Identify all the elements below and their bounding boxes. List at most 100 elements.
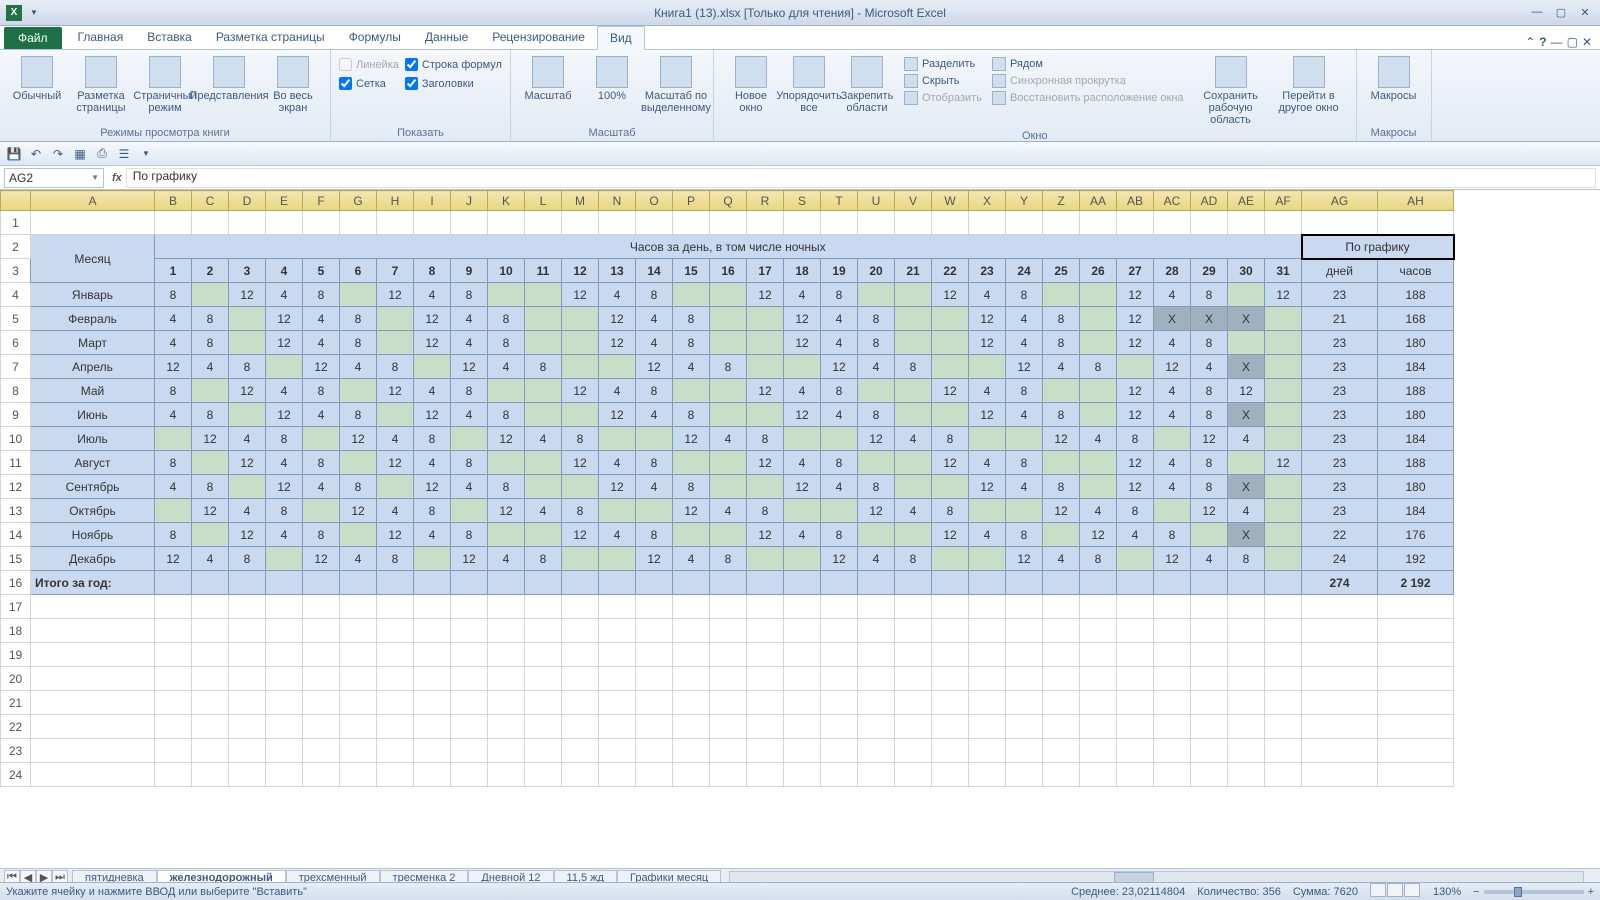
window-button[interactable]: Упорядочить все <box>780 54 838 116</box>
row-header[interactable]: 1 <box>1 211 31 235</box>
cell[interactable]: 8 <box>192 403 229 427</box>
cell[interactable] <box>488 571 525 595</box>
cell[interactable] <box>488 619 525 643</box>
cell[interactable] <box>488 667 525 691</box>
cell[interactable] <box>784 667 821 691</box>
cell[interactable]: 192 <box>1378 547 1454 571</box>
cell[interactable] <box>673 451 710 475</box>
row-header[interactable]: 7 <box>1 355 31 379</box>
cell[interactable]: 12 <box>377 379 414 403</box>
window-small-button[interactable]: Разделить <box>902 56 984 72</box>
cell[interactable]: 18 <box>784 259 821 283</box>
cell[interactable]: 4 <box>969 451 1006 475</box>
cell[interactable]: 13 <box>599 259 636 283</box>
cell[interactable] <box>340 619 377 643</box>
cell[interactable] <box>969 619 1006 643</box>
cell[interactable]: 4 <box>599 283 636 307</box>
row-header[interactable]: 6 <box>1 331 31 355</box>
cell[interactable]: 4 <box>1191 355 1228 379</box>
cell[interactable]: 4 <box>414 523 451 547</box>
cell[interactable] <box>562 595 599 619</box>
cell[interactable] <box>969 691 1006 715</box>
cell[interactable] <box>1080 379 1117 403</box>
cell[interactable]: 12 <box>562 523 599 547</box>
cell[interactable] <box>340 691 377 715</box>
cell[interactable] <box>636 739 673 763</box>
cell[interactable] <box>710 307 747 331</box>
cell[interactable] <box>377 667 414 691</box>
column-header[interactable]: K <box>488 191 525 211</box>
cell[interactable] <box>710 739 747 763</box>
cell[interactable] <box>1265 499 1302 523</box>
cell[interactable]: 12 <box>784 331 821 355</box>
cell[interactable] <box>1265 355 1302 379</box>
cell[interactable]: 8 <box>673 307 710 331</box>
cell[interactable] <box>747 571 784 595</box>
cell[interactable]: 8 <box>562 499 599 523</box>
cell[interactable] <box>1228 739 1265 763</box>
cell[interactable] <box>673 571 710 595</box>
cell[interactable] <box>1228 715 1265 739</box>
cell[interactable]: X <box>1228 523 1265 547</box>
cell[interactable] <box>969 667 1006 691</box>
cell[interactable] <box>636 667 673 691</box>
cell[interactable] <box>1154 427 1191 451</box>
cell[interactable]: 12 <box>377 523 414 547</box>
view-mode-button[interactable]: Страничный режим <box>136 54 194 116</box>
cell[interactable] <box>451 715 488 739</box>
cell[interactable] <box>1302 667 1378 691</box>
cell[interactable] <box>1378 691 1454 715</box>
cell[interactable] <box>932 355 969 379</box>
cell[interactable]: 8 <box>858 307 895 331</box>
cell[interactable]: 8 <box>895 547 932 571</box>
cell[interactable] <box>821 619 858 643</box>
column-header[interactable]: P <box>673 191 710 211</box>
cell[interactable]: 12 <box>932 283 969 307</box>
cell[interactable] <box>747 355 784 379</box>
cell[interactable] <box>377 643 414 667</box>
cell[interactable]: 12 <box>1117 283 1154 307</box>
cell[interactable] <box>1302 595 1378 619</box>
cell[interactable] <box>488 595 525 619</box>
cell[interactable] <box>414 763 451 787</box>
cell[interactable] <box>1228 571 1265 595</box>
cell[interactable]: 4 <box>155 331 192 355</box>
cell[interactable]: 12 <box>969 475 1006 499</box>
cell[interactable]: 8 <box>858 475 895 499</box>
cell[interactable]: 12 <box>155 547 192 571</box>
cell[interactable]: X <box>1228 475 1265 499</box>
cell[interactable] <box>155 691 192 715</box>
cell[interactable] <box>858 571 895 595</box>
cell[interactable]: 8 <box>303 451 340 475</box>
cell[interactable] <box>155 499 192 523</box>
cell[interactable] <box>31 667 155 691</box>
cell[interactable] <box>1154 643 1191 667</box>
show-checkbox[interactable]: Заголовки <box>405 77 502 90</box>
cell[interactable] <box>895 691 932 715</box>
cell[interactable] <box>31 715 155 739</box>
cell[interactable] <box>31 763 155 787</box>
cell[interactable] <box>673 667 710 691</box>
cell[interactable]: 4 <box>673 355 710 379</box>
column-header[interactable]: R <box>747 191 784 211</box>
cell[interactable] <box>1043 715 1080 739</box>
cell[interactable]: 8 <box>747 427 784 451</box>
cell[interactable] <box>1117 643 1154 667</box>
cell[interactable] <box>1191 763 1228 787</box>
cell[interactable] <box>969 595 1006 619</box>
cell[interactable]: X <box>1228 355 1265 379</box>
cell[interactable] <box>414 667 451 691</box>
cell[interactable]: 12 <box>784 475 821 499</box>
cell[interactable] <box>451 571 488 595</box>
cell[interactable]: 8 <box>451 451 488 475</box>
window-close2-icon[interactable]: ✕ <box>1582 35 1592 49</box>
cell[interactable] <box>377 331 414 355</box>
cell[interactable]: 4 <box>1006 307 1043 331</box>
cell[interactable]: 23 <box>1302 451 1378 475</box>
cell[interactable]: 23 <box>1302 283 1378 307</box>
cell[interactable] <box>1043 451 1080 475</box>
cell[interactable]: Январь <box>31 283 155 307</box>
cell[interactable]: 180 <box>1378 475 1454 499</box>
column-header[interactable]: O <box>636 191 673 211</box>
cell[interactable]: 12 <box>266 403 303 427</box>
